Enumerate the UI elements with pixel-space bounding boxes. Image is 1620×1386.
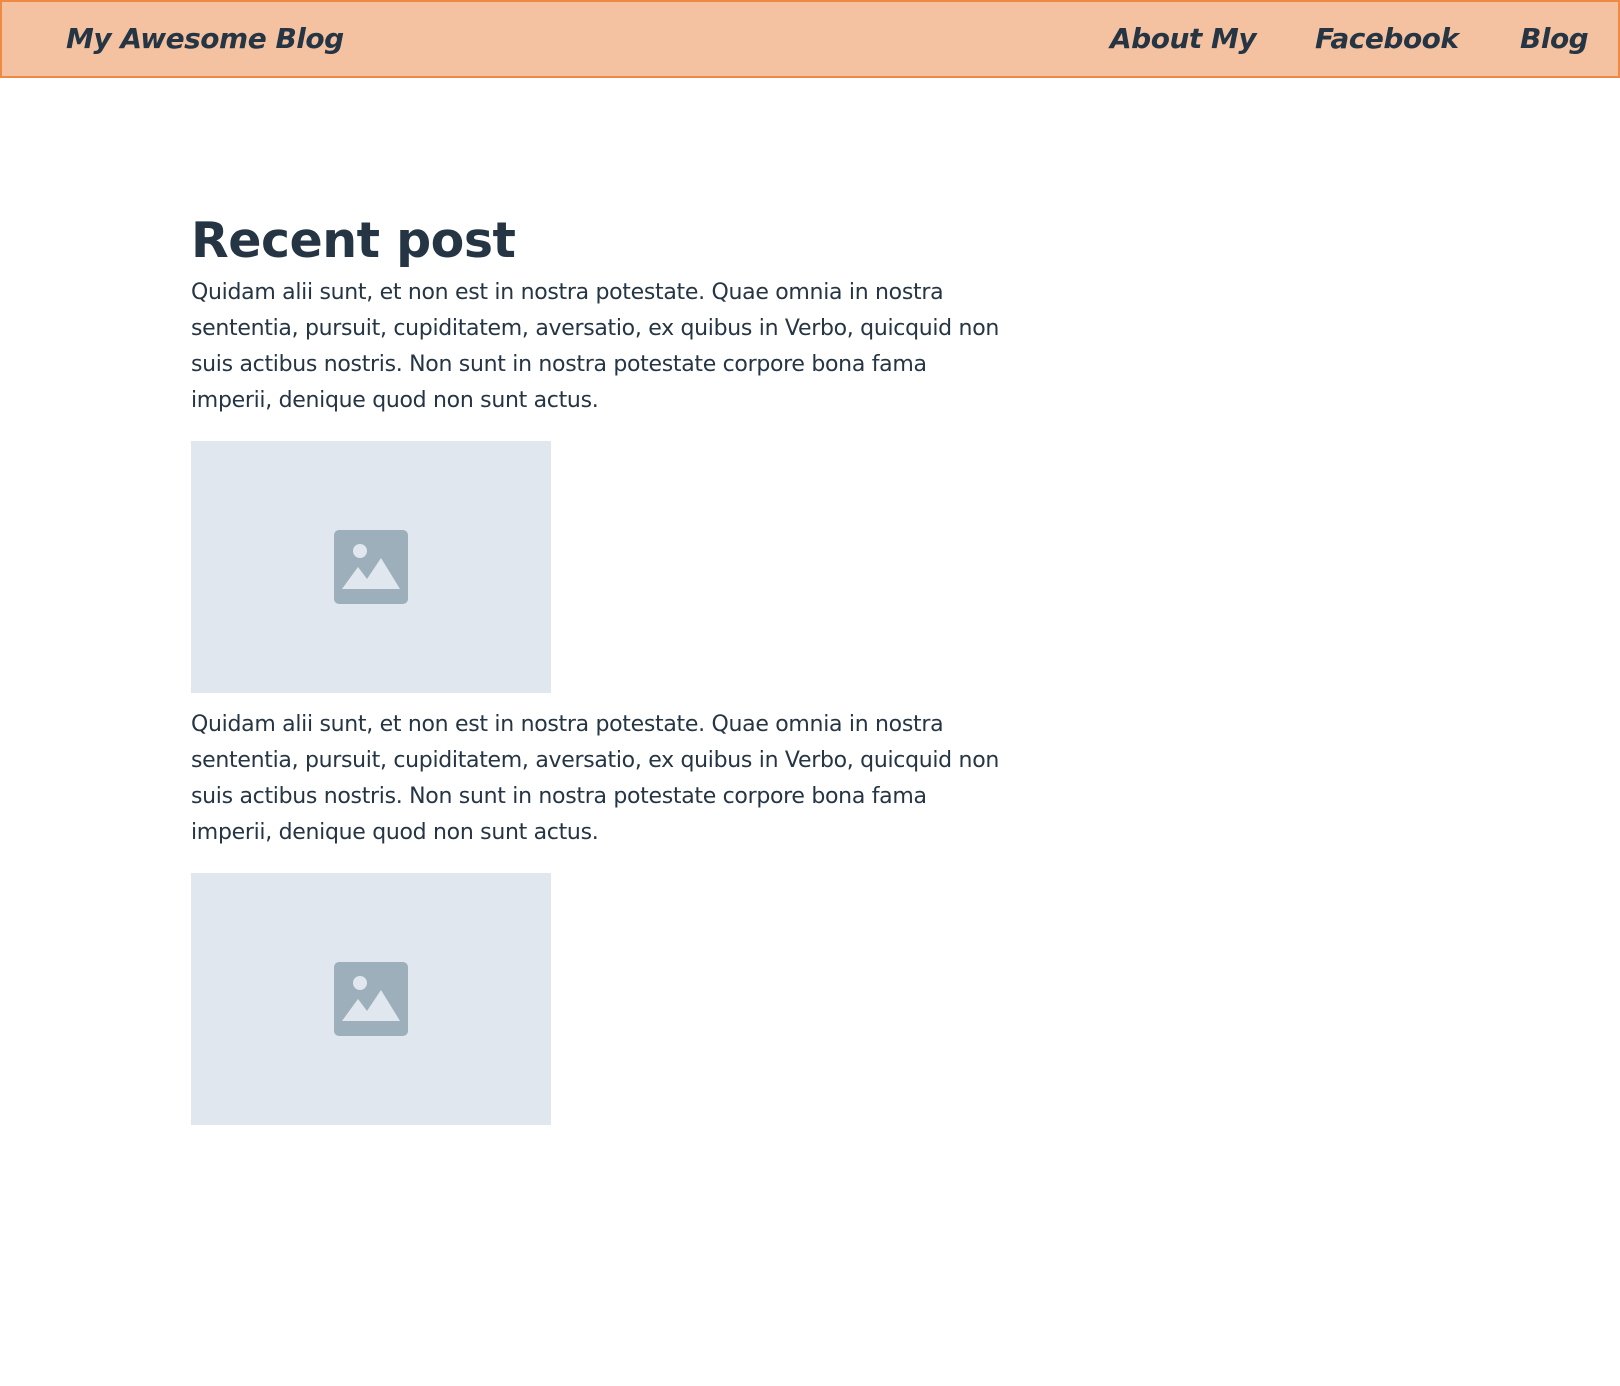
brand-link[interactable]: My Awesome Blog — [66, 21, 344, 57]
page-title: Recent post — [191, 212, 516, 269]
nav-link-about[interactable]: About My — [1110, 21, 1257, 57]
post-text: Quidam alii sunt, et non est in nostra p… — [191, 712, 999, 845]
nav-link-blog[interactable]: Blog — [1520, 21, 1589, 57]
top-navbar: My Awesome Blog About My Facebook Blog — [0, 0, 1620, 78]
post-image — [191, 441, 551, 693]
post-image — [191, 873, 551, 1125]
image-placeholder-icon — [334, 530, 408, 604]
nav-link-facebook[interactable]: Facebook — [1315, 21, 1459, 57]
main-content: Recent post Quidam alii sunt, et non est… — [191, 212, 1021, 1125]
post-text: Quidam alii sunt, et non est in nostra p… — [191, 280, 999, 413]
image-placeholder-icon — [334, 962, 408, 1036]
